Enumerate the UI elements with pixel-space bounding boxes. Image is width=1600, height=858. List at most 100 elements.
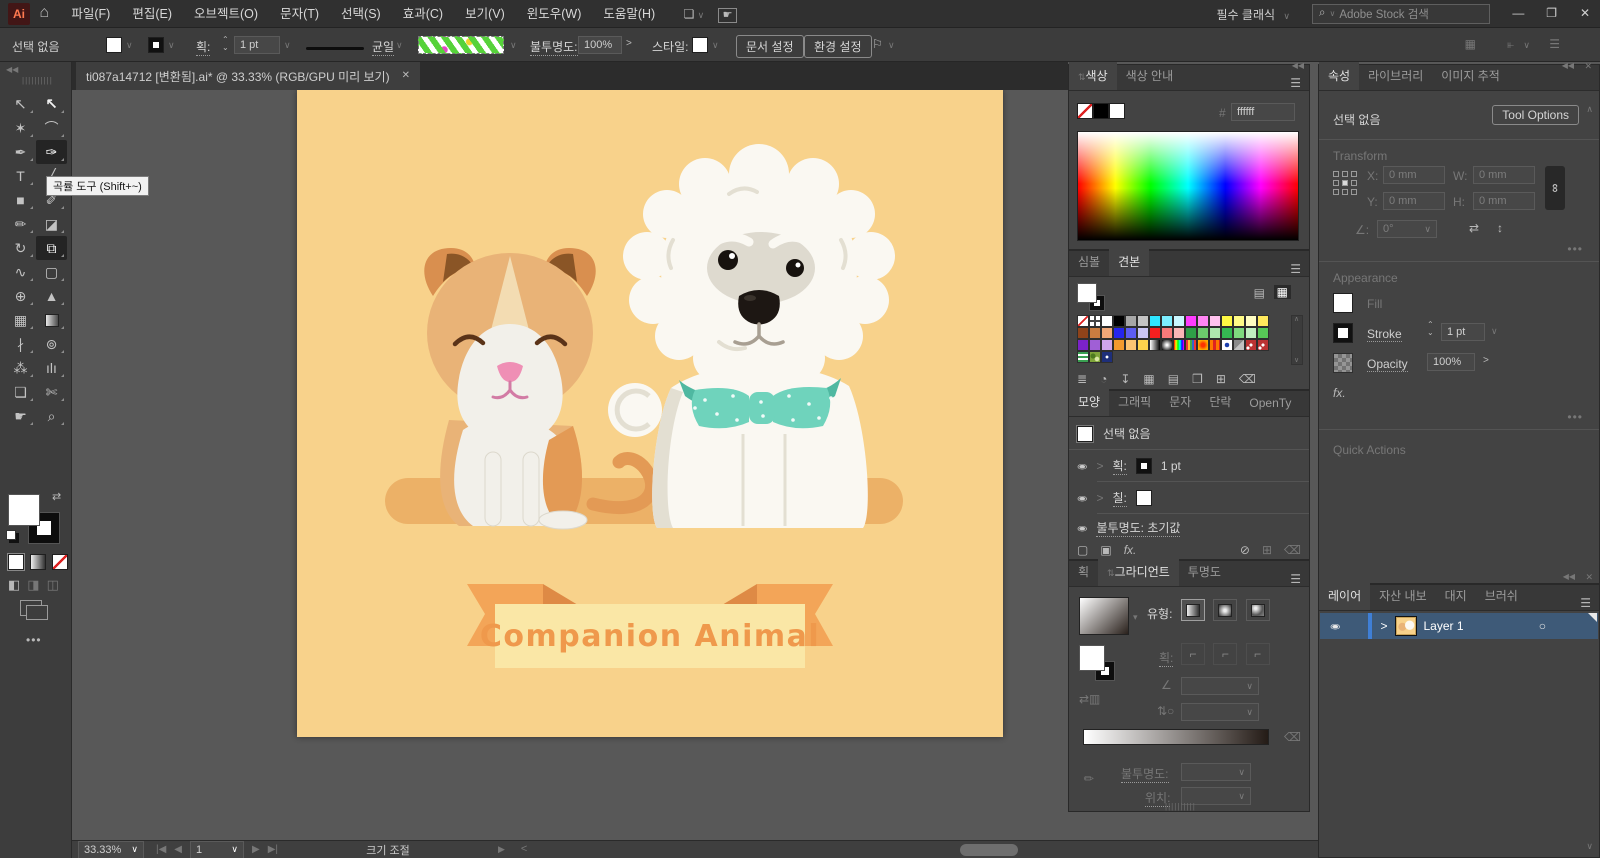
scroll-left-icon[interactable]: < <box>521 844 527 855</box>
opacity-label[interactable]: 불투명도: <box>530 38 578 56</box>
stroke-weight-stepper[interactable]: ⌃⌄ <box>222 36 228 52</box>
gradient-aspect-field[interactable]: ∨ <box>1181 703 1259 721</box>
free-transform-tool[interactable]: ▢ <box>36 260 67 284</box>
mesh-tool[interactable]: ▦ <box>5 308 36 332</box>
none-mode-button[interactable] <box>52 554 68 570</box>
duplicate-item-icon[interactable]: ⊞ <box>1262 544 1272 556</box>
swatch-0-7[interactable] <box>1161 315 1173 327</box>
tab-image-trace[interactable]: 이미지 추적 <box>1432 62 1509 90</box>
menubar-item-0[interactable]: 파일(F) <box>60 0 121 28</box>
default-fill-stroke-icon[interactable] <box>6 530 16 540</box>
swatch-2-8[interactable] <box>1173 339 1185 351</box>
blend-tool[interactable]: ⊚ <box>36 332 67 356</box>
gradient-angle-field[interactable]: ∨ <box>1181 677 1259 695</box>
swatch-2-6[interactable] <box>1149 339 1161 351</box>
stroke-weight-label[interactable]: 획: <box>196 38 210 56</box>
stroke-chevron-icon[interactable]: ∨ <box>168 41 175 50</box>
transform-more-icon[interactable]: ••• <box>1567 243 1583 255</box>
swatch-1-3[interactable] <box>1113 327 1125 339</box>
swatch-0-2[interactable] <box>1101 315 1113 327</box>
tab-asset-export[interactable]: 자산 내보 <box>1370 582 1436 610</box>
props-opacity-label[interactable]: Opacity <box>1367 357 1408 372</box>
tab-color[interactable]: ⇅ 색상 <box>1069 62 1117 90</box>
swatch-1-5[interactable] <box>1137 327 1149 339</box>
gradient-tool[interactable] <box>36 308 67 332</box>
swatch-2-12[interactable] <box>1221 339 1233 351</box>
gradient-mode-button[interactable] <box>30 554 46 570</box>
swatch-2-14[interactable] <box>1245 339 1257 351</box>
swatch-3-0[interactable] <box>1077 351 1089 363</box>
layers-close-icon[interactable]: ✕ <box>1585 573 1593 582</box>
stock-search-input[interactable]: ⌕ ∨ Adobe Stock 검색 <box>1312 4 1490 24</box>
h-field[interactable]: 0 mm <box>1473 192 1535 210</box>
menubar-item-7[interactable]: 윈도우(W) <box>516 0 593 28</box>
slice-tool[interactable]: ✄ <box>36 380 67 404</box>
color-none-swatch[interactable] <box>1077 103 1093 119</box>
swatch-0-5[interactable] <box>1137 315 1149 327</box>
props-stroke-stepper[interactable]: ⌃⌄ <box>1427 321 1434 337</box>
rotate-field[interactable]: 0°∨ <box>1377 220 1437 238</box>
layer-target-icon[interactable]: ○ <box>1539 619 1546 633</box>
gradient-slider[interactable] <box>1083 729 1269 745</box>
swatch-2-15[interactable] <box>1257 339 1269 351</box>
props-stroke-label[interactable]: Stroke <box>1367 327 1402 342</box>
swatch-2-11[interactable] <box>1209 339 1221 351</box>
swatch-1-12[interactable] <box>1221 327 1233 339</box>
appearance-stroke-swatch[interactable] <box>1136 458 1152 474</box>
appearance-opacity-label[interactable]: 불투명도: 초기값 <box>1096 519 1180 537</box>
tab-character[interactable]: 문자 <box>1160 388 1200 416</box>
stroke-visibility-eye-icon[interactable]: ◉ <box>1077 462 1087 470</box>
scale-tool[interactable]: ⧉ <box>36 236 67 260</box>
menubar-item-6[interactable]: 보기(V) <box>454 0 516 28</box>
swatch-2-9[interactable] <box>1185 339 1197 351</box>
swatch-0-6[interactable] <box>1149 315 1161 327</box>
swatch-1-11[interactable] <box>1209 327 1221 339</box>
appearance-stroke-value[interactable]: 1 pt <box>1161 459 1181 473</box>
column-graph-tool[interactable]: ılı <box>36 356 67 380</box>
options-grid-icon[interactable]: ▦ <box>1465 38 1476 50</box>
width-tool[interactable]: ∿ <box>5 260 36 284</box>
fill-visibility-eye-icon[interactable]: ◉ <box>1077 494 1087 502</box>
draw-normal-icon[interactable]: ◧ <box>8 578 20 591</box>
new-color-group-icon[interactable]: ❒ <box>1192 373 1203 385</box>
swatch-2-1[interactable] <box>1089 339 1101 351</box>
tab-opentype[interactable]: OpenTy <box>1240 391 1300 416</box>
x-field[interactable]: 0 mm <box>1383 166 1445 184</box>
rotate-tool[interactable]: ↻ <box>5 236 36 260</box>
close-button[interactable]: ✕ <box>1570 0 1600 26</box>
swatch-3-1[interactable] <box>1089 351 1101 363</box>
tab-color-guide[interactable]: 색상 안내 <box>1117 62 1183 90</box>
swatch-scrollbar[interactable]: ∧ ∨ <box>1291 315 1303 365</box>
opacity-expand-icon[interactable]: > <box>626 39 632 49</box>
stroke-weight-value[interactable]: 1 pt <box>234 36 280 54</box>
document-tab[interactable]: ti087a14712 [변환됨].ai* @ 33.33% (RGB/GPU … <box>76 62 420 90</box>
color-mode-button[interactable] <box>8 554 24 570</box>
layers-panel-menu-icon[interactable]: ☰ <box>1572 596 1599 610</box>
rectangle-tool[interactable]: ■ <box>5 188 36 212</box>
color-spectrum[interactable] <box>1077 131 1299 241</box>
home-icon[interactable]: ⌂ <box>39 0 49 26</box>
options-align-icon[interactable]: ⫦ <box>1507 38 1514 50</box>
swap-fill-stroke-icon[interactable]: ⇄ <box>52 492 61 503</box>
swatch-1-9[interactable] <box>1185 327 1197 339</box>
menubar-item-2[interactable]: 오브젝트(O) <box>183 0 269 28</box>
document-setup-button[interactable]: 문서 설정 <box>736 35 804 58</box>
props-fx-icon[interactable]: fx. <box>1333 387 1346 399</box>
tab-graphic-styles[interactable]: 그래픽 <box>1109 388 1160 416</box>
screen-mode-icon[interactable] <box>20 600 42 616</box>
reference-point-grid[interactable] <box>1333 171 1357 195</box>
type-tool[interactable]: T <box>5 164 36 188</box>
zoom-tool[interactable]: ⌕ <box>36 404 67 428</box>
gradient-reverse-icon[interactable]: ⇄▥ <box>1079 693 1100 705</box>
symbol-sprayer-tool[interactable]: ⁂ <box>5 356 36 380</box>
clear-appearance-icon[interactable]: ⊘ <box>1240 544 1250 556</box>
style-chevron-icon[interactable]: ∨ <box>712 41 719 50</box>
middle-dock-collapse-icon[interactable]: ◀◀ <box>1292 62 1304 70</box>
appearance-fill-label[interactable]: 칠: <box>1113 489 1127 507</box>
stroke-gradient-across-button[interactable]: ⌐ <box>1246 643 1270 665</box>
tab-libraries[interactable]: 라이브러리 <box>1359 62 1432 90</box>
props-stroke-chevron-icon[interactable]: ∨ <box>1491 327 1498 336</box>
radial-gradient-type-button[interactable] <box>1213 599 1237 621</box>
tab-paragraph[interactable]: 단락 <box>1200 388 1240 416</box>
color-panel-menu-icon[interactable]: ☰ <box>1282 76 1309 90</box>
